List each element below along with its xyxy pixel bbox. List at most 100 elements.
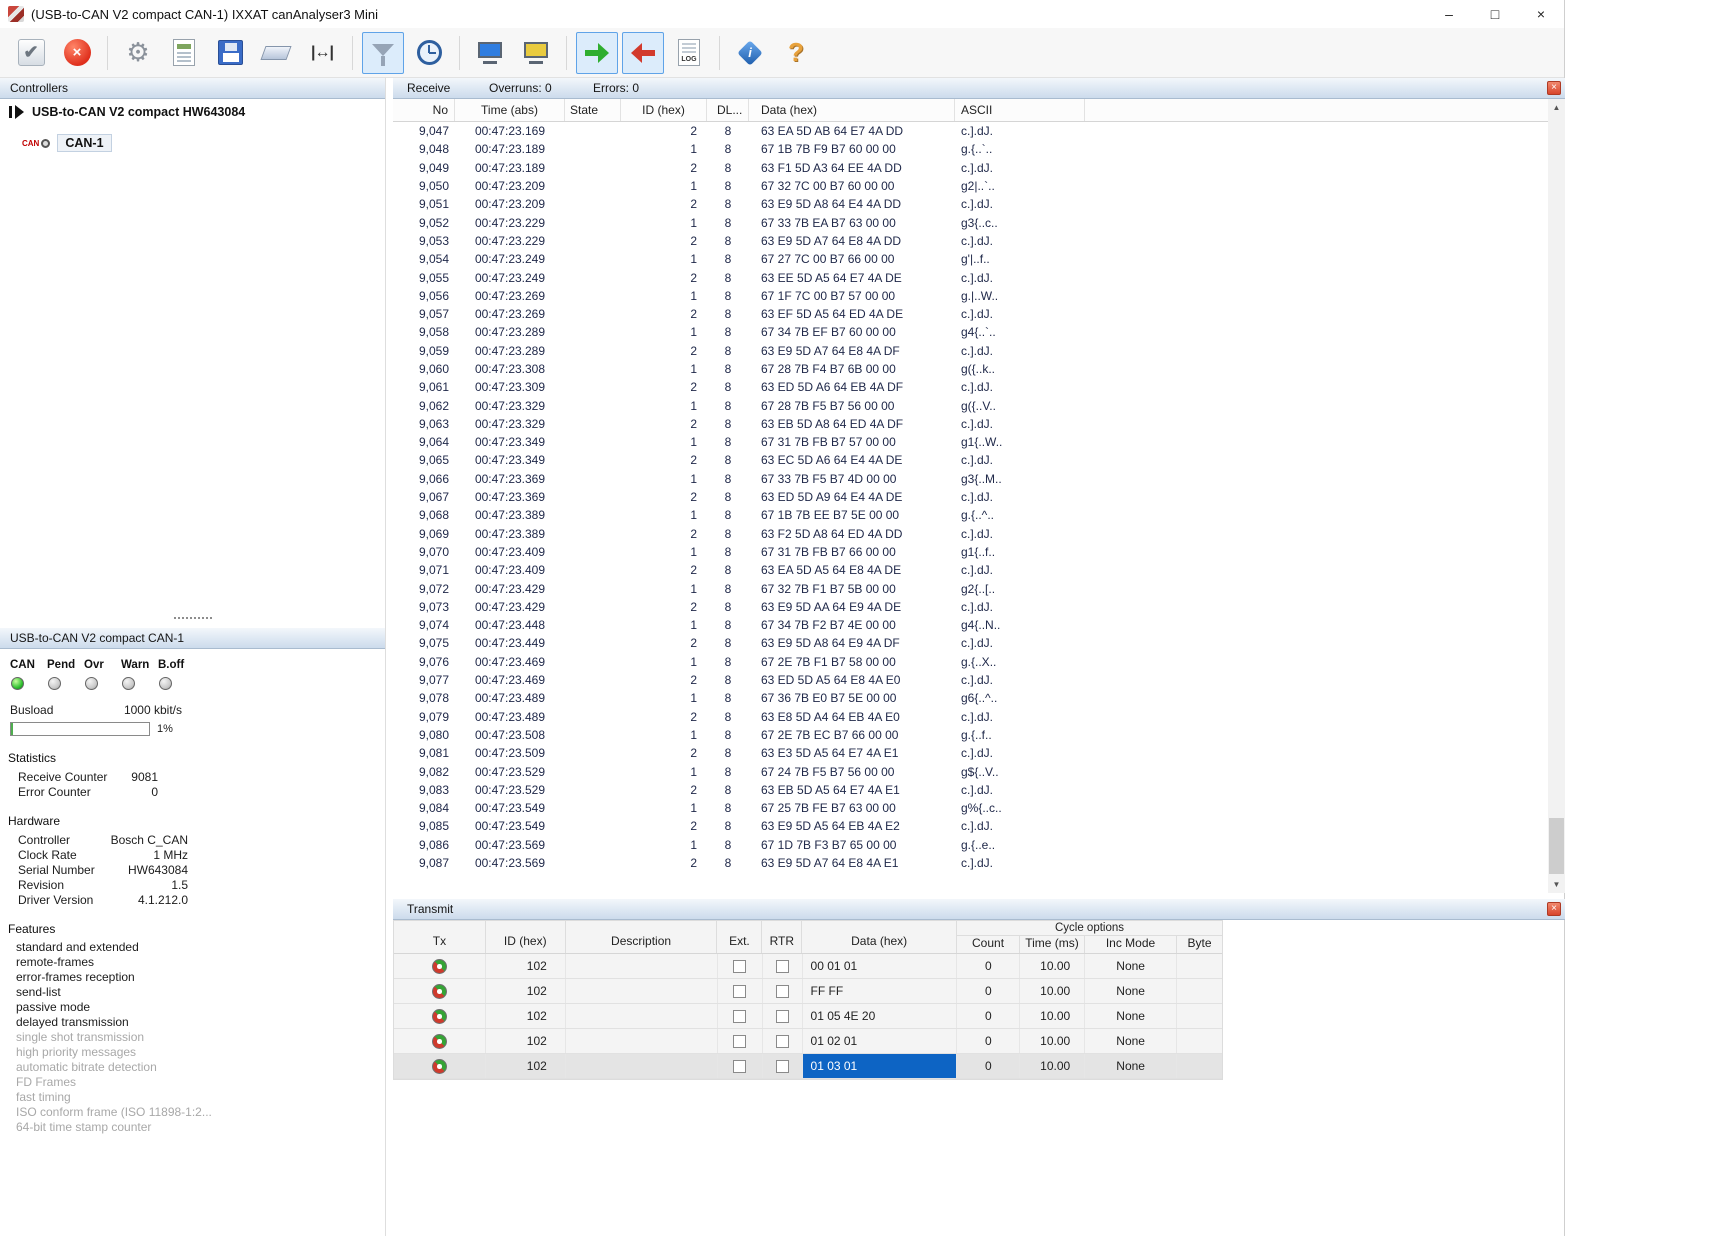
receive-row[interactable]: 9,063 00:47:23.329 2 8 63 EB 5D A8 64 ED 4A …	[393, 415, 1565, 433]
apply-button[interactable]: ✔	[10, 32, 52, 74]
receive-row[interactable]: 9,062 00:47:23.329 1 8 67 28 7B F5 B7 56 00 …	[393, 396, 1565, 414]
receive-row[interactable]: 9,082 00:47:23.529 1 8 67 24 7B F5 B7 56 00 …	[393, 762, 1565, 780]
receive-row[interactable]: 9,081 00:47:23.509 2 8 63 E3 5D A5 64 E7 4A …	[393, 744, 1565, 762]
transmit-row[interactable]: 102 01 05 4E 20 0 10.00 None	[394, 1004, 1222, 1029]
column-header-rtr[interactable]: RTR	[762, 921, 803, 953]
stop-button[interactable]	[622, 31, 664, 74]
scrollbar-track[interactable]	[1548, 116, 1565, 876]
receive-row[interactable]: 9,051 00:47:23.209 2 8 63 E9 5D A8 64 E4 4A …	[393, 195, 1565, 213]
receive-row[interactable]: 9,087 00:47:23.569 2 8 63 E9 5D A7 64 E8 4A …	[393, 854, 1565, 872]
maximize-button[interactable]: □	[1472, 0, 1518, 28]
time-mode-button[interactable]	[408, 32, 450, 74]
close-transmit-pane-button[interactable]: ×	[1547, 902, 1561, 916]
tx-send-icon[interactable]	[431, 983, 447, 999]
receive-row[interactable]: 9,071 00:47:23.409 2 8 63 EA 5D A5 64 E8 4A …	[393, 561, 1565, 579]
tx-send-icon[interactable]	[431, 1008, 447, 1024]
receive-row[interactable]: 9,053 00:47:23.229 2 8 63 E9 5D A7 64 E8 4A …	[393, 232, 1565, 250]
eraser-button[interactable]	[255, 32, 297, 74]
receive-row[interactable]: 9,057 00:47:23.269 2 8 63 EF 5D A5 64 ED 4A …	[393, 305, 1565, 323]
receive-row[interactable]: 9,080 00:47:23.508 1 8 67 2E 7B EC B7 66 00 …	[393, 726, 1565, 744]
transmit-row[interactable]: 102 01 02 01 0 10.00 None	[394, 1029, 1222, 1054]
column-header-tx[interactable]: Tx	[394, 921, 486, 953]
receive-row[interactable]: 9,064 00:47:23.349 1 8 67 31 7B FB B7 57 00 …	[393, 433, 1565, 451]
tx-data-cell[interactable]: 01 02 01	[803, 1029, 958, 1053]
column-header-count[interactable]: Count	[957, 936, 1021, 953]
settings-button[interactable]: ⚙	[117, 32, 159, 74]
column-header-state[interactable]: State	[565, 99, 621, 121]
close-receive-pane-button[interactable]: ×	[1547, 81, 1561, 95]
receive-row[interactable]: 9,085 00:47:23.549 2 8 63 E9 5D A5 64 EB 4A …	[393, 817, 1565, 835]
receive-row[interactable]: 9,072 00:47:23.429 1 8 67 32 7B F1 B7 5B 00 …	[393, 579, 1565, 597]
tree-item-device[interactable]: USB-to-CAN V2 compact HW643084	[0, 100, 385, 124]
tree-item-can-1[interactable]: CAN CAN-1	[22, 130, 385, 156]
tx-data-cell[interactable]: 00 01 01	[803, 954, 958, 978]
bus-monitor-button[interactable]	[469, 32, 511, 74]
ext-checkbox[interactable]	[733, 1009, 747, 1023]
minimize-button[interactable]: –	[1426, 0, 1472, 28]
column-header-ext[interactable]: Ext.	[717, 921, 763, 953]
receive-row[interactable]: 9,067 00:47:23.369 2 8 63 ED 5D A9 64 E4 4A …	[393, 488, 1565, 506]
receive-row[interactable]: 9,058 00:47:23.289 1 8 67 34 7B EF B7 60 00 …	[393, 323, 1565, 341]
receive-row[interactable]: 9,050 00:47:23.209 1 8 67 32 7C 00 B7 60 00 …	[393, 177, 1565, 195]
close-button[interactable]: ×	[1518, 0, 1564, 28]
log-button[interactable]: LOG	[668, 32, 710, 74]
column-header-data[interactable]: Data (hex)	[749, 99, 955, 121]
column-header-description[interactable]: Description	[566, 921, 718, 953]
receive-row[interactable]: 9,052 00:47:23.229 1 8 67 33 7B EA B7 63 00 …	[393, 213, 1565, 231]
receive-row[interactable]: 9,073 00:47:23.429 2 8 63 E9 5D AA 64 E9 4A …	[393, 598, 1565, 616]
panel-divider[interactable]	[385, 78, 386, 1236]
receive-row[interactable]: 9,056 00:47:23.269 1 8 67 1F 7C 00 B7 57 00 …	[393, 287, 1565, 305]
ext-checkbox[interactable]	[733, 959, 747, 973]
column-header-dlc[interactable]: DL...	[707, 99, 749, 121]
transmit-row[interactable]: 102 FF FF 0 10.00 None	[394, 979, 1222, 1004]
help-button[interactable]: ?	[775, 32, 817, 74]
receive-row[interactable]: 9,061 00:47:23.309 2 8 63 ED 5D A6 64 EB 4A …	[393, 378, 1565, 396]
receive-row[interactable]: 9,047 00:47:23.169 2 8 63 EA 5D AB 64 E7 4A …	[393, 122, 1565, 140]
receive-row[interactable]: 9,066 00:47:23.369 1 8 67 33 7B F5 B7 4D 00 …	[393, 470, 1565, 488]
rtr-checkbox[interactable]	[775, 959, 789, 973]
receive-row[interactable]: 9,069 00:47:23.389 2 8 63 F2 5D A8 64 ED 4A …	[393, 525, 1565, 543]
receive-row[interactable]: 9,078 00:47:23.489 1 8 67 36 7B E0 B7 5E 00 …	[393, 689, 1565, 707]
tx-send-icon[interactable]	[431, 1033, 447, 1049]
column-header-no[interactable]: No	[393, 99, 455, 121]
receive-row[interactable]: 9,084 00:47:23.549 1 8 67 25 7B FE B7 63 00 …	[393, 799, 1565, 817]
rtr-checkbox[interactable]	[775, 984, 789, 998]
bus-bridge-button[interactable]	[515, 32, 557, 74]
save-button[interactable]	[209, 32, 251, 74]
receive-row[interactable]: 9,077 00:47:23.469 2 8 63 ED 5D A5 64 E8 4A …	[393, 671, 1565, 689]
column-header-id[interactable]: ID (hex)	[621, 99, 707, 121]
tx-data-cell[interactable]: 01 03 01	[802, 1054, 958, 1078]
receive-row[interactable]: 9,086 00:47:23.569 1 8 67 1D 7B F3 B7 65 00 …	[393, 836, 1565, 854]
rtr-checkbox[interactable]	[775, 1009, 789, 1023]
receive-row[interactable]: 9,048 00:47:23.189 1 8 67 1B 7B F9 B7 60 00 …	[393, 140, 1565, 158]
transmit-row[interactable]: 102 01 03 01 0 10.00 None	[394, 1054, 1222, 1079]
info-button[interactable]: i	[729, 32, 771, 74]
cancel-button[interactable]: ×	[56, 32, 98, 74]
receive-scrollbar[interactable]: ▲ ▼	[1548, 99, 1565, 893]
column-header-ascii[interactable]: ASCII	[955, 99, 1085, 121]
receive-row[interactable]: 9,049 00:47:23.189 2 8 63 F1 5D A3 64 EE 4A …	[393, 159, 1565, 177]
column-header-tx-data[interactable]: Data (hex)	[802, 921, 958, 953]
left-pane-splitter[interactable]	[0, 612, 385, 624]
start-button[interactable]	[576, 31, 618, 74]
receive-row[interactable]: 9,074 00:47:23.448 1 8 67 34 7B F2 B7 4E 00 …	[393, 616, 1565, 634]
tx-data-cell[interactable]: 01 05 4E 20	[803, 1004, 958, 1028]
scrollbar-thumb[interactable]	[1549, 818, 1564, 874]
filter-button[interactable]	[362, 31, 404, 74]
column-header-time-ms[interactable]: Time (ms)	[1020, 936, 1086, 953]
ext-checkbox[interactable]	[733, 984, 747, 998]
receive-row[interactable]: 9,054 00:47:23.249 1 8 67 27 7C 00 B7 66 00 …	[393, 250, 1565, 268]
tx-data-cell[interactable]: FF FF	[803, 979, 958, 1003]
receive-row[interactable]: 9,068 00:47:23.389 1 8 67 1B 7B EE B7 5E 00 …	[393, 506, 1565, 524]
receive-row[interactable]: 9,079 00:47:23.489 2 8 63 E8 5D A4 64 EB 4A …	[393, 708, 1565, 726]
rtr-checkbox[interactable]	[775, 1034, 789, 1048]
transmit-row[interactable]: 102 00 01 01 0 10.00 None	[394, 954, 1222, 979]
ext-checkbox[interactable]	[733, 1034, 747, 1048]
column-header-time[interactable]: Time (abs)	[455, 99, 565, 121]
receive-row[interactable]: 9,060 00:47:23.308 1 8 67 28 7B F4 B7 6B 00 …	[393, 360, 1565, 378]
scroll-up-button[interactable]: ▲	[1548, 99, 1565, 116]
receive-row[interactable]: 9,065 00:47:23.349 2 8 63 EC 5D A6 64 E4 4A …	[393, 451, 1565, 469]
scroll-down-button[interactable]: ▼	[1548, 876, 1565, 893]
receive-row[interactable]: 9,076 00:47:23.469 1 8 67 2E 7B F1 B7 58 00 …	[393, 653, 1565, 671]
tx-send-icon[interactable]	[431, 1058, 447, 1074]
